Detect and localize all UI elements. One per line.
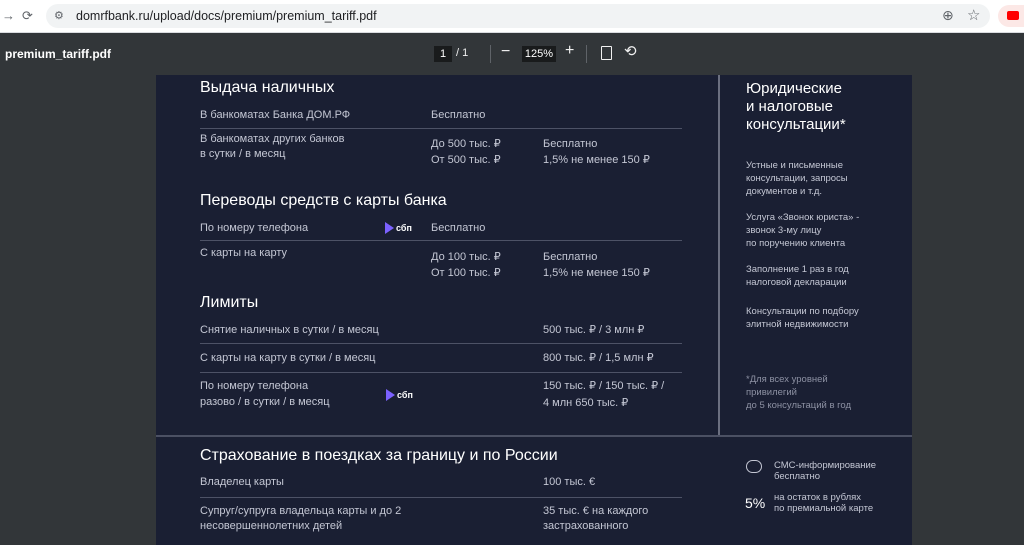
sbp-logo-icon bbox=[386, 389, 395, 401]
legal-item3-line1: Заполнение 1 раз в год bbox=[746, 264, 849, 275]
cashback-percent: 5% bbox=[745, 495, 766, 511]
limits-row3-label-line1: По номеру телефона bbox=[200, 380, 309, 392]
limits-row2-value: 800 тыс. ₽ / 1,5 млн ₽ bbox=[543, 352, 654, 364]
sbp-logo: сбп bbox=[385, 222, 412, 234]
transfers-row2-fee-line2: 1,5% не менее 150 ₽ bbox=[543, 267, 650, 279]
cash-row2-cond-line1: До 500 тыс. ₽ bbox=[431, 138, 501, 150]
transfers-row2-fee-line1: Бесплатно bbox=[543, 251, 598, 263]
section-divider bbox=[156, 435, 912, 437]
legal-item1-line3: документов и т.д. bbox=[746, 186, 823, 197]
sms-chat-icon bbox=[746, 460, 762, 473]
sms-line2: бесплатно bbox=[774, 471, 821, 482]
zoom-in-button[interactable]: + bbox=[565, 42, 574, 60]
pdf-filename: premium_tariff.pdf bbox=[5, 47, 112, 61]
page-total: / 1 bbox=[456, 47, 469, 59]
cash-row2-label-line2: в сутки / в месяц bbox=[200, 148, 286, 160]
legal-item1-line1: Устные и письменные bbox=[746, 160, 844, 171]
cash-row1-value: Бесплатно bbox=[431, 109, 486, 121]
cash-heading: Выдача наличных bbox=[200, 79, 335, 96]
sbp-logo: сбп bbox=[386, 389, 413, 401]
legal-heading-line3: консультации* bbox=[746, 116, 846, 133]
insurance-heading: Страхование в поездках за границу и по Р… bbox=[200, 447, 558, 464]
sbp-logo-text: сбп bbox=[396, 223, 412, 233]
bookmark-star-icon[interactable]: ☆ bbox=[967, 6, 980, 24]
fit-page-icon[interactable] bbox=[601, 46, 612, 60]
limits-row3-value-line2: 4 млн 650 тыс. ₽ bbox=[543, 397, 629, 409]
legal-note-line3: до 5 консультаций в год bbox=[746, 400, 852, 411]
page-number-input[interactable]: 1 bbox=[434, 46, 452, 62]
transfers-row2-cond-line1: До 100 тыс. ₽ bbox=[431, 251, 501, 263]
zoom-out-button[interactable]: − bbox=[501, 43, 510, 61]
legal-item4-line1: Консультации по подбору bbox=[746, 306, 859, 317]
column-divider bbox=[718, 75, 720, 435]
youtube-extension-icon[interactable] bbox=[998, 5, 1024, 27]
cashback-line2: по премиальной карте bbox=[774, 503, 874, 514]
site-settings-icon[interactable]: ⚙ bbox=[54, 9, 64, 22]
cash-row2-fee-line1: Бесплатно bbox=[543, 138, 598, 150]
insurance-row2-label-line2: несовершеннолетних детей bbox=[200, 520, 343, 532]
limits-row1-value: 500 тыс. ₽ / 3 млн ₽ bbox=[543, 324, 645, 336]
legal-item2-line3: по поручению клиента bbox=[746, 238, 846, 249]
insurance-row2-value-line2: застрахованного bbox=[543, 520, 629, 532]
transfers-row2-label: С карты на карту bbox=[200, 247, 288, 259]
sbp-logo-text: сбп bbox=[397, 390, 413, 400]
toolbar-divider bbox=[586, 45, 587, 63]
legal-note-line2: привилегий bbox=[746, 387, 797, 398]
row-divider bbox=[200, 240, 682, 241]
legal-item4-line2: элитной недвижимости bbox=[746, 319, 849, 330]
insurance-row2-value-line1: 35 тыс. € на каждого bbox=[543, 505, 649, 517]
cash-row1-label: В банкоматах Банка ДОМ.РФ bbox=[200, 109, 351, 121]
browser-address-bar: → ⟳ ⚙ domrfbank.ru/upload/docs/premium/p… bbox=[0, 0, 1024, 33]
rotate-icon[interactable]: ⟲ bbox=[624, 42, 637, 60]
limits-row3-value-line1: 150 тыс. ₽ / 150 тыс. ₽ / bbox=[543, 380, 665, 392]
toolbar-divider bbox=[490, 45, 491, 63]
url-text[interactable]: domrfbank.ru/upload/docs/premium/premium… bbox=[76, 9, 377, 23]
legal-item3-line2: налоговой декларации bbox=[746, 277, 847, 288]
insurance-row1-label: Владелец карты bbox=[200, 476, 284, 488]
limits-row3-label-line2: разово / в сутки / в месяц bbox=[200, 396, 330, 408]
pdf-page: Выдача наличных В банкоматах Банка ДОМ.Р… bbox=[156, 75, 912, 545]
zoom-icon[interactable]: ⊕ bbox=[942, 7, 954, 24]
row-divider bbox=[200, 128, 682, 129]
transfers-row1-value: Бесплатно bbox=[431, 222, 486, 234]
transfers-row1-label: По номеру телефона bbox=[200, 222, 309, 234]
row-divider bbox=[200, 343, 682, 344]
limits-row1-label: Снятие наличных в сутки / в месяц bbox=[200, 324, 379, 336]
cash-row2-fee-line2: 1,5% не менее 150 ₽ bbox=[543, 154, 650, 166]
cash-row2-label-line1: В банкоматах других банков bbox=[200, 133, 345, 145]
legal-heading-line1: Юридические bbox=[746, 80, 842, 97]
legal-heading-line2: и налоговые bbox=[746, 98, 834, 115]
cash-row2-cond-line2: От 500 тыс. ₽ bbox=[431, 154, 501, 166]
zoom-level-input[interactable]: 125% bbox=[522, 46, 556, 62]
forward-icon[interactable]: → bbox=[2, 8, 15, 23]
pdf-toolbar: premium_tariff.pdf 1 / 1 − 125% + ⟲ bbox=[0, 33, 1024, 75]
url-field[interactable]: ⚙ domrfbank.ru/upload/docs/premium/premi… bbox=[46, 4, 990, 28]
row-divider bbox=[200, 497, 682, 498]
transfers-heading: Переводы средств с карты банка bbox=[200, 192, 447, 209]
sbp-logo-icon bbox=[385, 222, 394, 234]
limits-heading: Лимиты bbox=[200, 294, 259, 311]
insurance-row2-label-line1: Супруг/супруга владельца карты и до 2 bbox=[200, 505, 402, 517]
legal-item2-line2: звонок 3-му лицу bbox=[746, 225, 822, 236]
limits-row2-label: С карты на карту в сутки / в месяц bbox=[200, 352, 376, 364]
legal-item1-line2: консультации, запросы bbox=[746, 173, 848, 184]
transfers-row2-cond-line2: От 100 тыс. ₽ bbox=[431, 267, 501, 279]
legal-item2-line1: Услуга «Звонок юриста» - bbox=[746, 212, 860, 223]
reload-icon[interactable]: ⟳ bbox=[22, 8, 33, 24]
row-divider bbox=[200, 372, 682, 373]
legal-note-line1: *Для всех уровней bbox=[746, 374, 828, 385]
insurance-row1-value: 100 тыс. € bbox=[543, 476, 596, 488]
